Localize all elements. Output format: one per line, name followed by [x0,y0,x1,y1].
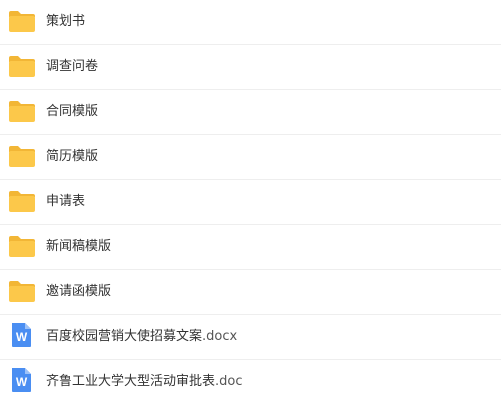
list-item-file[interactable]: W 百度校园营销大使招募文案.docx [0,315,501,360]
folder-icon [8,99,36,123]
word-letter: W [16,330,28,344]
item-name: 申请表 [46,194,86,209]
folder-icon [8,234,36,258]
folder-icon [8,9,36,33]
list-item-folder[interactable]: 申请表 [0,180,501,225]
folder-icon [8,54,36,78]
folder-icon [8,189,36,213]
item-name: 策划书 [46,14,86,29]
list-item-file[interactable]: W 齐鲁工业大学大型活动审批表.doc [0,360,501,401]
folder-icon [8,279,36,303]
item-name: 齐鲁工业大学大型活动审批表.doc [46,373,243,391]
item-extension: .docx [202,329,238,344]
word-doc-icon: W [8,368,36,393]
item-name: 简历模版 [46,149,99,164]
list-item-folder[interactable]: 简历模版 [0,135,501,180]
item-name-base: 百度校园营销大使招募文案 [46,329,203,344]
item-name-base: 齐鲁工业大学大型活动审批表 [46,374,216,389]
list-item-folder[interactable]: 合同模版 [0,90,501,135]
list-item-folder[interactable]: 策划书 [0,0,501,45]
list-item-folder[interactable]: 邀请函模版 [0,270,501,315]
list-item-folder[interactable]: 新闻稿模版 [0,225,501,270]
item-name: 邀请函模版 [46,284,112,299]
file-list: 策划书 调查问卷 合同模版 简历模版 申请表 新闻稿模版 邀请函模版 W 百度校… [0,0,501,401]
item-name: 合同模版 [46,104,99,119]
item-name: 百度校园营销大使招募文案.docx [46,328,237,346]
word-doc-icon: W [8,323,36,348]
item-name: 新闻稿模版 [46,239,112,254]
list-item-folder[interactable]: 调查问卷 [0,45,501,90]
item-name: 调查问卷 [46,59,99,74]
item-extension: .doc [215,374,243,389]
folder-icon [8,144,36,168]
word-letter: W [16,375,28,389]
